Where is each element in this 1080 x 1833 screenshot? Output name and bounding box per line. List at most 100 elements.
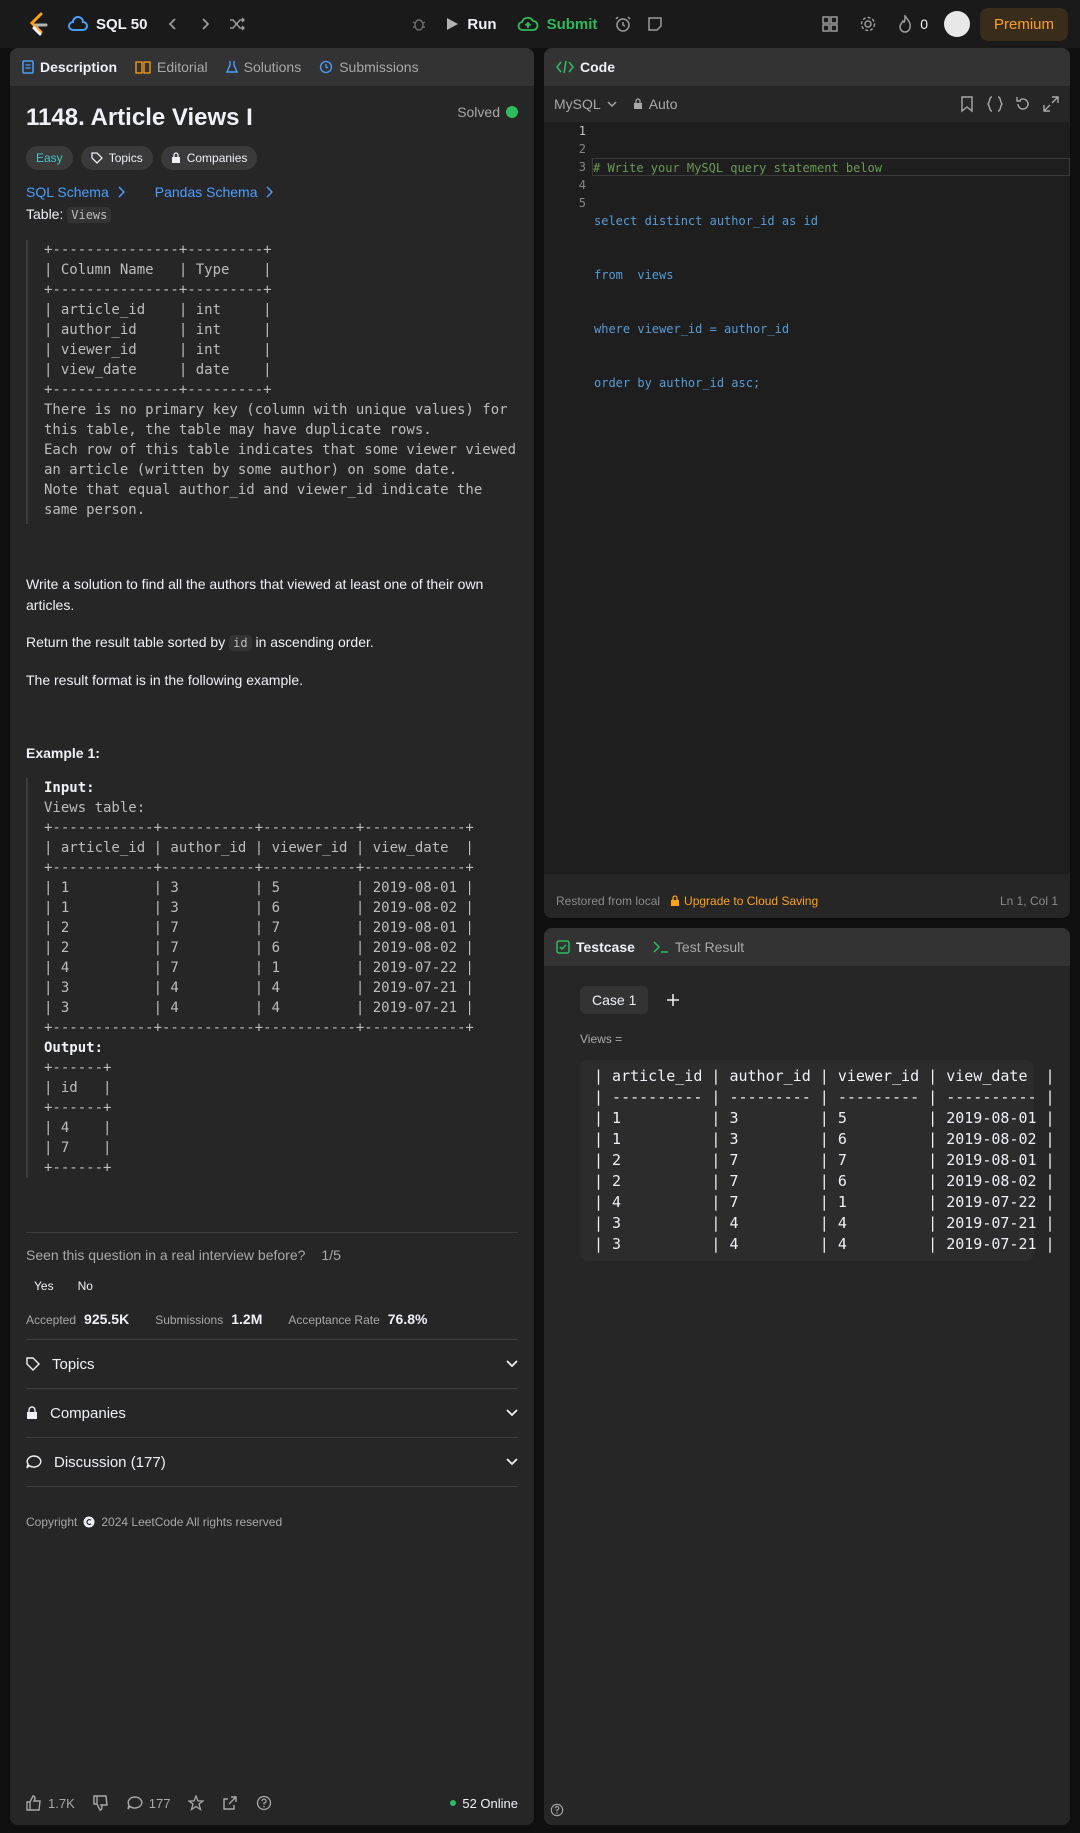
difficulty-badge: Easy xyxy=(26,146,73,170)
submit-label: Submit xyxy=(546,15,598,33)
auto-mode[interactable]: Auto xyxy=(633,96,678,112)
description-footer: 1.7K 177 52 Online xyxy=(10,1781,534,1825)
description-tabs: Description Editorial Solutions Submissi… xyxy=(10,48,534,86)
help-icon[interactable] xyxy=(550,1803,564,1817)
checkbox-icon xyxy=(556,940,570,954)
user-avatar[interactable] xyxy=(943,11,970,37)
problem-list-button[interactable]: SQL 50 xyxy=(68,16,147,33)
leetcode-logo-icon[interactable] xyxy=(22,8,54,40)
code-line[interactable]: order by author_id asc; xyxy=(594,374,1070,392)
views-input-table[interactable]: | article_id | author_id | viewer_id | v… xyxy=(580,1060,1055,1261)
online-count: 52 Online xyxy=(450,1796,518,1811)
companies-accordion[interactable]: Companies xyxy=(26,1389,518,1438)
code-line[interactable]: where viewer_id = author_id xyxy=(594,320,1070,338)
sql-schema-link[interactable]: SQL Schema xyxy=(26,184,125,200)
thumbs-up-icon xyxy=(26,1795,41,1811)
companies-chip[interactable]: Companies xyxy=(160,146,258,170)
id-code: id xyxy=(229,635,252,651)
code-lines[interactable]: # Write your MySQL query statement below… xyxy=(592,122,1070,428)
tab-solutions-label: Solutions xyxy=(243,59,302,75)
interview-question-text: Seen this question in a real interview b… xyxy=(26,1247,306,1263)
upgrade-cloud-link[interactable]: Upgrade to Cloud Saving xyxy=(670,894,818,908)
pandas-schema-label: Pandas Schema xyxy=(154,184,258,200)
submit-button[interactable]: Submit xyxy=(507,16,608,33)
debug-icon[interactable] xyxy=(403,8,435,40)
terminal-icon xyxy=(653,941,668,953)
pandas-schema-link[interactable]: Pandas Schema xyxy=(155,184,274,200)
example-title: Example 1: xyxy=(26,745,100,761)
chevron-down-icon xyxy=(506,1360,518,1368)
tab-testcase[interactable]: Testcase xyxy=(556,939,635,955)
chevron-down-icon xyxy=(506,1409,518,1417)
share-button[interactable] xyxy=(222,1795,238,1811)
restored-text: Restored from local xyxy=(556,894,661,908)
case-1-tab[interactable]: Case 1 xyxy=(580,986,649,1014)
table-line: Table: Views xyxy=(26,204,518,226)
tab-editorial[interactable]: Editorial xyxy=(135,59,208,75)
bookmark-icon[interactable] xyxy=(958,95,976,113)
no-button[interactable]: No xyxy=(70,1275,101,1297)
discussion-accordion[interactable]: Discussion (177) xyxy=(26,1438,518,1487)
favorite-button[interactable] xyxy=(188,1795,205,1811)
solved-label: Solved xyxy=(457,104,500,120)
sql-schema-label: SQL Schema xyxy=(26,184,109,200)
alarm-clock-icon[interactable] xyxy=(607,8,639,40)
prev-problem-icon[interactable] xyxy=(157,8,189,40)
add-case-icon[interactable] xyxy=(666,993,680,1007)
interview-count: 1/5 xyxy=(321,1247,341,1263)
copyright-text: 2024 LeetCode All rights reserved xyxy=(101,1515,283,1529)
tab-submissions[interactable]: Submissions xyxy=(319,59,419,75)
book-icon xyxy=(135,61,151,74)
lock-icon xyxy=(671,895,680,906)
online-label: 52 Online xyxy=(462,1795,518,1811)
accepted-value: 925.5K xyxy=(84,1311,130,1327)
code-brackets-icon xyxy=(556,60,574,74)
tag-icon xyxy=(91,152,103,164)
interview-answers: Yes No xyxy=(26,1275,518,1297)
table-name-code: Views xyxy=(67,207,112,223)
next-problem-icon[interactable] xyxy=(189,8,221,40)
dislike-button[interactable] xyxy=(93,1795,109,1811)
notes-icon[interactable] xyxy=(639,8,671,40)
code-line-comment[interactable]: # Write your MySQL query statement below xyxy=(592,158,1070,176)
streak-counter[interactable]: 0 xyxy=(898,15,928,33)
sort-text-pre: Return the result table sorted by xyxy=(26,634,226,650)
code-editor[interactable]: 1 2 3 4 5 # Write your MySQL query state… xyxy=(544,122,1070,874)
run-button[interactable]: Run xyxy=(435,16,506,33)
language-select[interactable]: MySQL xyxy=(554,96,617,112)
tab-code[interactable]: Code xyxy=(556,59,615,75)
tab-solutions[interactable]: Solutions xyxy=(225,59,302,75)
comments-button[interactable]: 177 xyxy=(127,1796,170,1811)
topics-accordion[interactable]: Topics xyxy=(26,1340,518,1389)
help-button[interactable] xyxy=(256,1795,272,1811)
tab-description[interactable]: Description xyxy=(22,59,117,75)
yes-button[interactable]: Yes xyxy=(26,1275,62,1297)
format-braces-icon[interactable] xyxy=(986,95,1004,113)
topics-chip[interactable]: Topics xyxy=(80,146,153,170)
premium-button[interactable]: Premium xyxy=(979,7,1068,41)
line-number: 3 xyxy=(578,160,586,174)
example-input: Views table: +------------+-----------+-… xyxy=(44,800,474,1036)
tab-code-label: Code xyxy=(580,59,615,75)
shuffle-icon[interactable] xyxy=(221,8,253,40)
code-line[interactable]: from views xyxy=(594,266,1070,284)
testcase-tabs: Testcase Test Result xyxy=(544,928,1070,966)
line-number: 1 xyxy=(578,124,586,138)
cloud-upload-icon xyxy=(517,16,538,31)
sort-instruction: Return the result table sorted by id in … xyxy=(26,632,518,654)
settings-gear-icon[interactable] xyxy=(852,8,884,40)
expand-icon[interactable] xyxy=(1042,95,1060,113)
top-nav: SQL 50 Run Submit 0 Premium xyxy=(0,0,1080,48)
chevron-down-icon xyxy=(506,1458,518,1466)
code-line[interactable]: select distinct author_id as id xyxy=(594,212,1070,230)
problem-title[interactable]: 1148. Article Views I xyxy=(26,104,518,132)
cursor-position: Ln 1, Col 1 xyxy=(999,894,1058,908)
copyright: Copyright 2024 LeetCode All rights reser… xyxy=(26,1515,518,1529)
accepted-label: Accepted xyxy=(26,1313,77,1327)
layout-icon[interactable] xyxy=(814,8,846,40)
companies-chip-label: Companies xyxy=(186,151,248,165)
streak-count: 0 xyxy=(920,16,928,32)
like-button[interactable]: 1.7K xyxy=(26,1795,75,1811)
reset-icon[interactable] xyxy=(1014,95,1032,113)
tab-test-result[interactable]: Test Result xyxy=(653,939,744,955)
